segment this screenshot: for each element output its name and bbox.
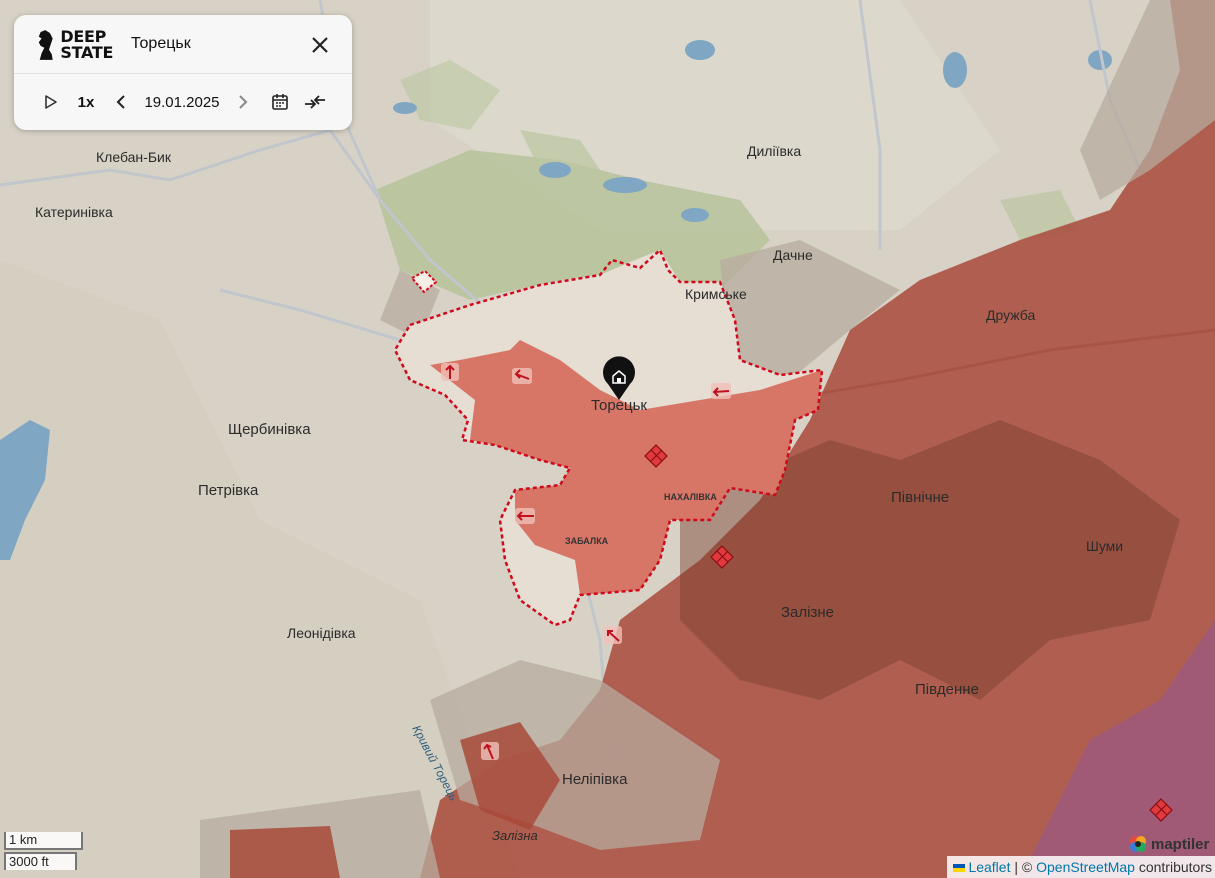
arrow-icon (515, 508, 535, 524)
panel-header: DEEP STATE Торецьк (14, 15, 352, 74)
arrow-icon (711, 383, 731, 399)
control-panel: DEEP STATE Торецьк 1x 19.01.2025 (14, 15, 352, 130)
label-shcherbynivka: Щербинівка (228, 421, 311, 438)
label-kleban-byk: Клебан-Бик (96, 149, 172, 165)
arrow-icon (604, 626, 622, 644)
deepstate-logo[interactable]: DEEP STATE (36, 25, 116, 65)
scale-imperial: 3000 ft (4, 852, 77, 870)
calendar-button[interactable] (268, 87, 292, 117)
play-icon (45, 95, 57, 109)
next-date-button[interactable] (234, 87, 252, 117)
arrow-icon (512, 368, 532, 384)
label-druzhba: Дружба (986, 307, 1035, 323)
label-pivdenne: Південне (915, 681, 979, 698)
label-katerynivka: Катеринівка (35, 204, 113, 220)
calendar-icon (272, 94, 288, 110)
compare-arrows-icon (305, 95, 325, 109)
maptiler-text: maptiler (1151, 835, 1210, 853)
label-zabalka: ЗАБАЛКА (565, 536, 609, 546)
label-petrivka: Петрівка (198, 482, 259, 499)
compare-button[interactable] (302, 87, 328, 117)
ukraine-flag-icon (953, 864, 966, 873)
label-toretsk: Торецьк (591, 397, 647, 414)
chevron-right-icon (239, 95, 248, 109)
label-zalizna: Залізна (492, 828, 538, 843)
chevron-left-icon (116, 95, 125, 109)
label-shumy: Шуми (1086, 538, 1123, 554)
label-dachne: Дачне (773, 247, 813, 263)
arrow-icon (481, 742, 499, 760)
label-leonidivka: Леонідівка (287, 625, 356, 641)
attribution-separator: | © (1010, 859, 1037, 875)
label-krymske: Кримське (685, 286, 747, 302)
speed-button[interactable]: 1x (72, 87, 100, 117)
maptiler-logo[interactable]: maptiler (1128, 833, 1214, 855)
brand-name: DEEP STATE (60, 27, 114, 62)
map-attribution: Leaflet | © OpenStreetMap contributors (947, 856, 1215, 878)
label-pivnichne: Північне (891, 489, 949, 506)
maptiler-icon (1130, 836, 1146, 852)
label-dyliivka: Диліївка (747, 143, 801, 159)
prev-date-button[interactable] (112, 87, 130, 117)
label-nelipivka: Неліпівка (562, 771, 628, 788)
attribution-contributors: contributors (1134, 859, 1212, 875)
label-zalizne: Залізне (781, 604, 834, 621)
label-nakhalivka: НАХАЛІВКА (664, 492, 717, 502)
osm-link[interactable]: OpenStreetMap (1036, 859, 1135, 875)
scale-metric: 1 km (4, 832, 83, 850)
leaflet-link[interactable]: Leaflet (968, 859, 1010, 875)
knight-icon (38, 30, 53, 60)
play-button[interactable] (40, 87, 62, 117)
close-icon[interactable] (308, 33, 332, 57)
map-canvas[interactable]: Клебан-Бик Катеринівка Щербинівка Петрів… (0, 0, 1215, 878)
current-date[interactable]: 19.01.2025 (140, 87, 224, 117)
arrow-icon (441, 363, 459, 381)
panel-title: Торецьк (131, 35, 191, 52)
